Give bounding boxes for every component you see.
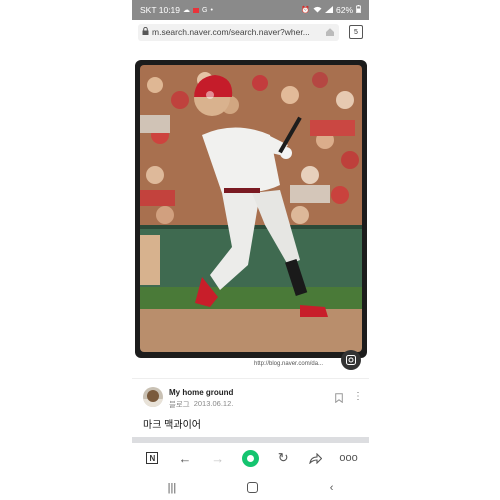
status-bar: SKT 10:19 ☁ G • ⏰ 62% [132,0,369,20]
more-options-icon[interactable]: ⋮ [353,391,363,402]
bookmark-icon[interactable] [335,393,343,406]
photo-container [135,60,367,358]
home-icon[interactable] [325,27,335,37]
battery-percent: 62% [335,5,353,15]
green-dot-button[interactable] [239,447,261,469]
forward-arrow-icon[interactable]: → [207,447,229,469]
blog-card[interactable]: My home ground 블로그 2013.06.12. ⋮ 마크 맥과이어 [132,378,369,439]
g-icon: G [202,6,208,14]
recent-apps-icon[interactable]: ||| [168,482,177,494]
naver-home-button[interactable]: N [141,447,163,469]
red-box-icon [193,7,200,13]
refresh-icon[interactable]: ↻ [272,447,294,469]
wifi-icon [313,6,322,15]
lens-search-icon[interactable] [341,350,361,370]
home-button-icon[interactable] [247,482,259,493]
photo-watermark: http://blog.naver.com/da... [254,361,324,367]
url-text[interactable]: m.search.naver.com/search.naver?wher... [152,27,322,37]
signal-icon [324,5,333,15]
system-back-icon[interactable]: ‹ [330,482,334,494]
post-title[interactable]: 마크 맥과이어 [143,416,201,431]
post-meta: 블로그 2013.06.12. [169,399,233,410]
dot-icon: • [210,6,213,14]
post-date: 2013.06.12. [193,399,234,408]
green-circle-icon [241,449,259,467]
system-nav-bar: ||| ‹ [132,475,369,500]
battery-icon [356,5,361,15]
url-field[interactable]: m.search.naver.com/search.naver?wher... [138,23,339,41]
blog-name[interactable]: My home ground [169,388,233,397]
address-bar: m.search.naver.com/search.naver?wher... … [132,20,369,44]
lock-icon [142,26,149,37]
naver-n-icon: N [146,452,159,464]
tabs-button[interactable]: 5 [349,25,363,39]
share-icon[interactable] [305,447,327,469]
cloud-icon: ☁ [183,7,191,14]
alarm-icon: ⏰ [301,7,310,14]
carrier-time: SKT 10:19 [140,5,181,15]
phone-screen: SKT 10:19 ☁ G • ⏰ 62% m.search.naver.com… [132,0,369,500]
more-menu-icon[interactable]: ooo [338,447,360,469]
back-arrow-icon[interactable]: ← [174,447,196,469]
source-label: 블로그 [169,400,190,409]
avatar[interactable] [143,387,163,407]
browser-nav-bar: N ← → ↻ ooo [132,443,369,473]
baseball-photo[interactable] [140,65,362,352]
